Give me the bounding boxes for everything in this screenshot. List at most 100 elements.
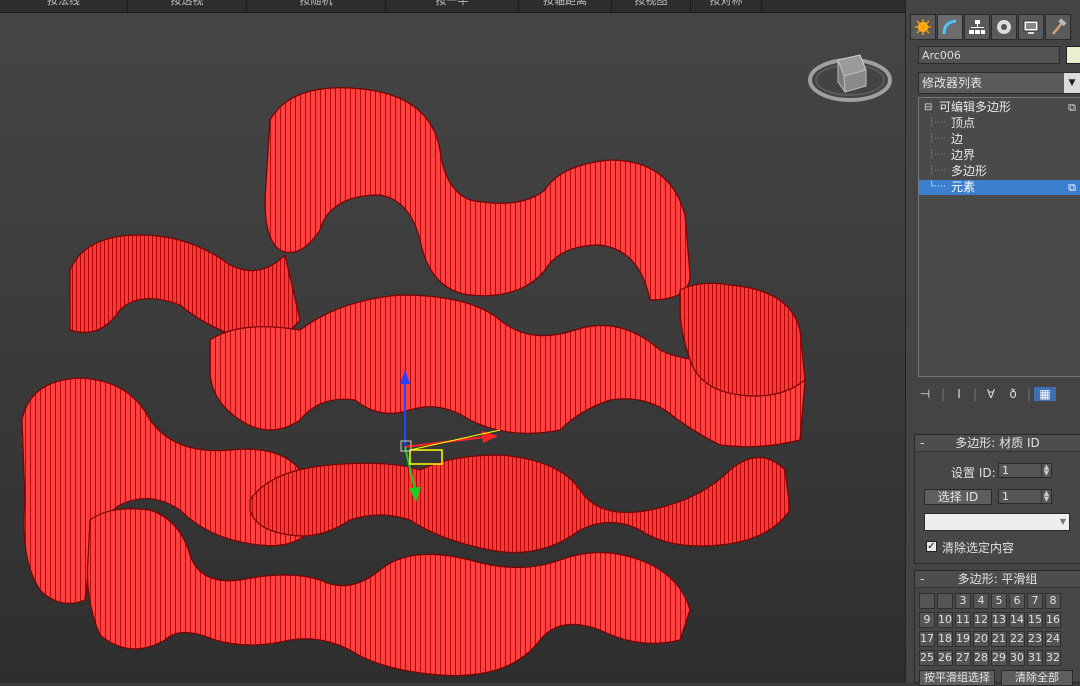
smoothing-group-button[interactable]: 24 (1045, 631, 1061, 647)
smoothing-group-button[interactable]: 27 (955, 650, 971, 666)
smoothing-group-button[interactable]: 30 (1009, 650, 1025, 666)
smoothing-group-button[interactable]: 3 (955, 593, 971, 609)
smoothing-group-button[interactable]: 10 (937, 612, 953, 628)
smoothing-group-button[interactable]: 5 (991, 593, 1007, 609)
modifier-list-dropdown[interactable]: 修改器列表 ▼ (918, 72, 1080, 94)
smoothing-group-button[interactable]: 13 (991, 612, 1007, 628)
by-perspective-button[interactable]: 按透视 (128, 0, 247, 12)
object-color-swatch[interactable] (1066, 46, 1080, 64)
clear-all-button[interactable]: 清除全部 (1001, 670, 1073, 686)
modify-icon[interactable] (937, 14, 963, 40)
by-normal-button[interactable]: 按法线 (0, 0, 128, 12)
stack-item-label: 顶点 (951, 116, 976, 130)
smoothing-group-button[interactable]: 12 (973, 612, 989, 628)
by-half-button[interactable]: 按一半 (386, 0, 519, 12)
select-id-value: 1 (1002, 490, 1009, 503)
mesh-ribbon-7[interactable] (86, 508, 691, 677)
display-icon[interactable] (1018, 14, 1044, 40)
material-name-dropdown[interactable]: ▼ (924, 513, 1070, 531)
configure-modifier-sets-icon[interactable]: ▦ (1034, 387, 1056, 401)
chevron-down-icon[interactable]: ▼ (1064, 73, 1080, 93)
smoothing-group-button[interactable]: 16 (1045, 612, 1061, 628)
show-end-result-icon[interactable]: Ⅰ (948, 387, 970, 401)
smoothing-group-button[interactable]: 11 (955, 612, 971, 628)
select-id-button[interactable]: 选择 ID (924, 489, 992, 505)
by-axis-distance-button[interactable]: 按轴距离 (519, 0, 612, 12)
smoothing-group-button[interactable]: 19 (955, 631, 971, 647)
collapse-icon[interactable]: ⊟ (924, 100, 932, 115)
create-icon[interactable] (910, 14, 936, 40)
divider: | (972, 387, 978, 401)
spinner-arrows-icon[interactable]: ▲ ▼ (1041, 464, 1051, 477)
smoothing-group-button[interactable]: 15 (1027, 612, 1043, 628)
wavy-wall-mesh[interactable] (21, 87, 806, 677)
select-by-sg-button[interactable]: 按平滑组选择 (919, 670, 995, 686)
material-id-rollout-header[interactable]: - 多边形: 材质 ID (915, 435, 1080, 452)
modifier-stack[interactable]: ⊟ 可编辑多边形 ⧉ ┊···· 顶点 ┊···· 边 ┊···· 边界 ┊··… (918, 97, 1080, 377)
hierarchy-icon[interactable] (964, 14, 990, 40)
by-view-button[interactable]: 按视图 (612, 0, 691, 12)
mesh-ribbon-2[interactable] (69, 234, 301, 342)
perspective-viewport[interactable] (0, 13, 905, 683)
utilities-icon[interactable] (1045, 14, 1071, 40)
select-id-spinner[interactable]: 1 ▲ ▼ (998, 489, 1052, 504)
smoothing-group-button[interactable]: 8 (1045, 593, 1061, 609)
smoothing-group-button[interactable]: 25 (919, 650, 935, 666)
smoothing-group-button[interactable]: 28 (973, 650, 989, 666)
stack-item-edge[interactable]: ┊···· 边 (919, 132, 1080, 147)
viewport-canvas[interactable] (0, 13, 905, 683)
by-symmetry-button[interactable]: 按对称 (691, 0, 762, 12)
smoothing-group-button[interactable]: 26 (937, 650, 953, 666)
set-id-spinner[interactable]: 1 ▲ ▼ (998, 463, 1052, 478)
stack-item-label: 边界 (951, 148, 976, 162)
stack-item-polygon[interactable]: ┊···· 多边形 (919, 164, 1080, 179)
material-id-rollout: - 多边形: 材质 ID 设置 ID: 1 ▲ ▼ 选择 ID 1 ▲ ▼ ▼ ✓ … (914, 434, 1080, 564)
smoothing-group-button[interactable]: 29 (991, 650, 1007, 666)
smoothing-group-button[interactable]: 31 (1027, 650, 1043, 666)
spinner-arrows-icon[interactable]: ▲ ▼ (1041, 490, 1051, 503)
stack-item-vertex[interactable]: ┊···· 顶点 (919, 116, 1080, 131)
smoothing-group-button[interactable]: 9 (919, 612, 935, 628)
smoothing-group-button[interactable]: 21 (991, 631, 1007, 647)
stack-tools: ⊣ | Ⅰ | ∀ ð | ▦ (912, 383, 1080, 405)
smoothing-group-button[interactable]: 14 (1009, 612, 1025, 628)
command-panel-tabs (910, 14, 1071, 40)
stack-root-label: 可编辑多边形 (939, 100, 1012, 114)
clear-selection-checkbox[interactable]: ✓ (926, 541, 937, 552)
make-unique-icon[interactable]: ∀ (980, 387, 1002, 401)
motion-icon[interactable] (991, 14, 1017, 40)
collapse-icon: - (920, 436, 925, 450)
smoothing-group-button[interactable]: 17 (919, 631, 935, 647)
stack-item-element[interactable]: └···· 元素 ⧉ (919, 180, 1080, 195)
smoothing-groups-rollout-header[interactable]: - 多边形: 平滑组 (915, 571, 1080, 588)
mesh-ribbon-1[interactable] (264, 87, 691, 301)
smoothing-group-button[interactable]: 4 (973, 593, 989, 609)
chevron-down-icon[interactable]: ▼ (1060, 514, 1066, 530)
pin-stack-icon[interactable]: ⊣ (912, 387, 938, 401)
mesh-ribbon-6[interactable] (249, 454, 791, 554)
material-id-rollout-title: 多边形: 材质 ID (955, 436, 1040, 450)
smoothing-group-button[interactable]: 22 (1009, 631, 1025, 647)
smoothing-group-blank (919, 593, 935, 609)
smoothing-group-button[interactable]: 18 (937, 631, 953, 647)
smoothing-group-button[interactable]: 20 (973, 631, 989, 647)
smoothing-group-button[interactable]: 7 (1027, 593, 1043, 609)
divider: | (940, 387, 946, 401)
stack-item-border[interactable]: ┊···· 边界 (919, 148, 1080, 163)
object-name-field[interactable]: Arc006 (918, 46, 1060, 64)
smoothing-group-button[interactable]: 32 (1045, 650, 1061, 666)
smoothing-group-button[interactable]: 6 (1009, 593, 1025, 609)
stack-root-editable-poly[interactable]: ⊟ 可编辑多边形 ⧉ (919, 100, 1080, 115)
remove-modifier-icon[interactable]: ð (1002, 387, 1024, 401)
smoothing-group-blank (937, 593, 953, 609)
tree-line-icon: ┊···· (929, 150, 946, 160)
smoothing-group-button[interactable]: 23 (1027, 631, 1043, 647)
stack-item-label: 多边形 (951, 164, 988, 178)
stack-item-label: 元素 (951, 180, 976, 194)
cube-icon: ⧉ (1068, 101, 1076, 114)
set-id-value: 1 (1002, 464, 1009, 477)
viewcube[interactable] (808, 54, 892, 102)
by-random-button[interactable]: 按随机 (247, 0, 386, 12)
command-panel: Arc006 修改器列表 ▼ ⊟ 可编辑多边形 ⧉ ┊···· 顶点 ┊····… (905, 0, 1080, 686)
tree-line-icon: └···· (929, 182, 946, 192)
